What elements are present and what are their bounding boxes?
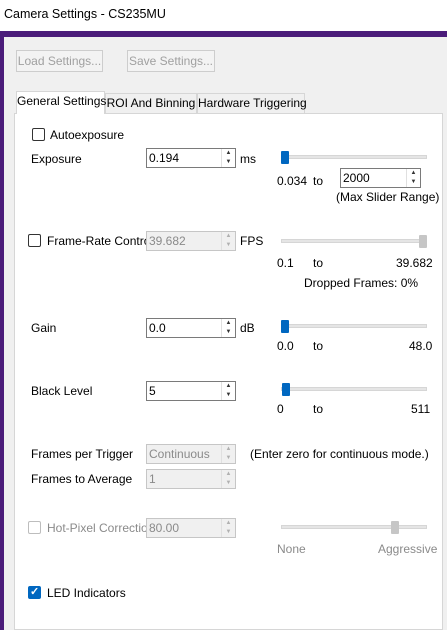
black-level-min: 0	[277, 402, 284, 416]
spin-up-icon[interactable]: ▲	[222, 519, 235, 528]
spin-up-icon[interactable]: ▲	[222, 445, 235, 454]
spin-up-icon[interactable]: ▲	[222, 470, 235, 479]
spin-up-icon[interactable]: ▲	[222, 232, 235, 241]
exposure-label: Exposure	[31, 152, 82, 166]
hot-pixel-slider-thumb[interactable]	[391, 521, 400, 534]
frames-to-average-label: Frames to Average	[31, 472, 133, 486]
spin-down-icon[interactable]: ▼	[222, 391, 235, 400]
frames-per-trigger-hint: (Enter zero for continuous mode.)	[250, 447, 429, 461]
hot-pixel-slider-track[interactable]	[281, 525, 427, 529]
spin-up-icon[interactable]: ▲	[222, 149, 235, 158]
black-level-slider-track[interactable]	[281, 387, 427, 391]
frame-rate-label: Frame-Rate Control	[47, 234, 154, 248]
led-indicators-label: LED Indicators	[47, 586, 126, 600]
spin-down-icon[interactable]: ▼	[222, 158, 235, 167]
spin-down-icon[interactable]: ▼	[222, 328, 235, 337]
exposure-slider-min: 0.034	[277, 174, 308, 188]
gain-min: 0.0	[277, 339, 294, 353]
gain-unit: dB	[240, 321, 255, 335]
gain-to-label: to	[313, 339, 324, 353]
frames-to-average-spinbox[interactable]: 1 ▲ ▼	[146, 469, 236, 489]
autoexposure-checkbox[interactable]	[32, 128, 45, 141]
exposure-value: 0.194	[149, 151, 180, 165]
tab-general-settings[interactable]: General Settings	[16, 91, 106, 114]
black-level-label: Black Level	[31, 384, 93, 398]
frame-rate-to-label: to	[313, 256, 324, 270]
save-settings-button[interactable]: Save Settings...	[127, 50, 215, 72]
frame-rate-value: 39.682	[149, 234, 186, 248]
frames-per-trigger-label: Frames per Trigger	[31, 447, 134, 461]
frames-per-trigger-spinbox[interactable]: Continuous ▲ ▼	[146, 444, 236, 464]
hot-pixel-max-label: Aggressive	[378, 542, 438, 556]
frame-rate-max: 39.682	[396, 256, 433, 270]
max-slider-range-spinbox[interactable]: 2000 ▲ ▼	[340, 168, 421, 188]
spin-down-icon[interactable]: ▼	[407, 178, 420, 187]
frame-rate-checkbox[interactable]	[28, 234, 41, 247]
spin-down-icon[interactable]: ▼	[222, 241, 235, 250]
dropped-frames-label: Dropped Frames: 0%	[304, 276, 419, 290]
hot-pixel-spinbox[interactable]: 80.00 ▲ ▼	[146, 518, 236, 538]
gain-slider-track[interactable]	[281, 324, 427, 328]
exposure-unit: ms	[240, 152, 256, 166]
hot-pixel-checkbox[interactable]	[28, 521, 41, 534]
frames-to-average-value: 1	[149, 472, 156, 486]
tab-roi-and-binning[interactable]: ROI And Binning	[105, 93, 197, 114]
hot-pixel-min-label: None	[277, 542, 306, 556]
frames-per-trigger-value: Continuous	[149, 447, 210, 461]
exposure-to-label: to	[313, 174, 324, 188]
max-slider-range-value: 2000	[343, 171, 370, 185]
window-title: Camera Settings - CS235MU	[4, 7, 166, 21]
spin-down-icon[interactable]: ▼	[222, 479, 235, 488]
autoexposure-label: Autoexposure	[50, 128, 125, 142]
frame-rate-spinbox[interactable]: 39.682 ▲ ▼	[146, 231, 236, 251]
hot-pixel-value: 80.00	[149, 521, 180, 535]
gain-max: 48.0	[409, 339, 433, 353]
frame-rate-slider-track[interactable]	[281, 239, 427, 243]
black-level-value: 5	[149, 384, 156, 398]
gain-spinbox[interactable]: 0.0 ▲ ▼	[146, 318, 236, 338]
black-level-spinbox[interactable]: 5 ▲ ▼	[146, 381, 236, 401]
load-settings-button[interactable]: Load Settings...	[16, 50, 103, 72]
frame-rate-slider-thumb[interactable]	[419, 235, 427, 248]
black-level-slider-thumb[interactable]	[282, 383, 291, 396]
tab-hardware-triggering[interactable]: Hardware Triggering	[197, 93, 307, 114]
gain-slider-thumb[interactable]	[281, 320, 289, 333]
spin-up-icon[interactable]: ▲	[407, 169, 420, 178]
hot-pixel-label: Hot-Pixel Correction	[47, 521, 155, 535]
spin-down-icon[interactable]: ▼	[222, 528, 235, 537]
gain-value: 0.0	[149, 321, 166, 335]
max-slider-range-label: (Max Slider Range)	[336, 190, 440, 204]
led-indicators-checkbox[interactable]: ✓	[28, 586, 41, 599]
black-level-max: 511	[411, 402, 431, 416]
spin-down-icon[interactable]: ▼	[222, 454, 235, 463]
black-level-to-label: to	[313, 402, 324, 416]
exposure-slider-thumb[interactable]	[281, 151, 289, 164]
frame-rate-unit: FPS	[240, 234, 264, 248]
spin-up-icon[interactable]: ▲	[222, 319, 235, 328]
gain-label: Gain	[31, 321, 57, 335]
frame-rate-min: 0.1	[277, 256, 294, 270]
exposure-slider-track[interactable]	[281, 155, 427, 159]
checkmark-icon: ✓	[30, 586, 40, 598]
exposure-spinbox[interactable]: 0.194 ▲ ▼	[146, 148, 236, 168]
window-left-edge	[0, 37, 4, 630]
spin-up-icon[interactable]: ▲	[222, 382, 235, 391]
